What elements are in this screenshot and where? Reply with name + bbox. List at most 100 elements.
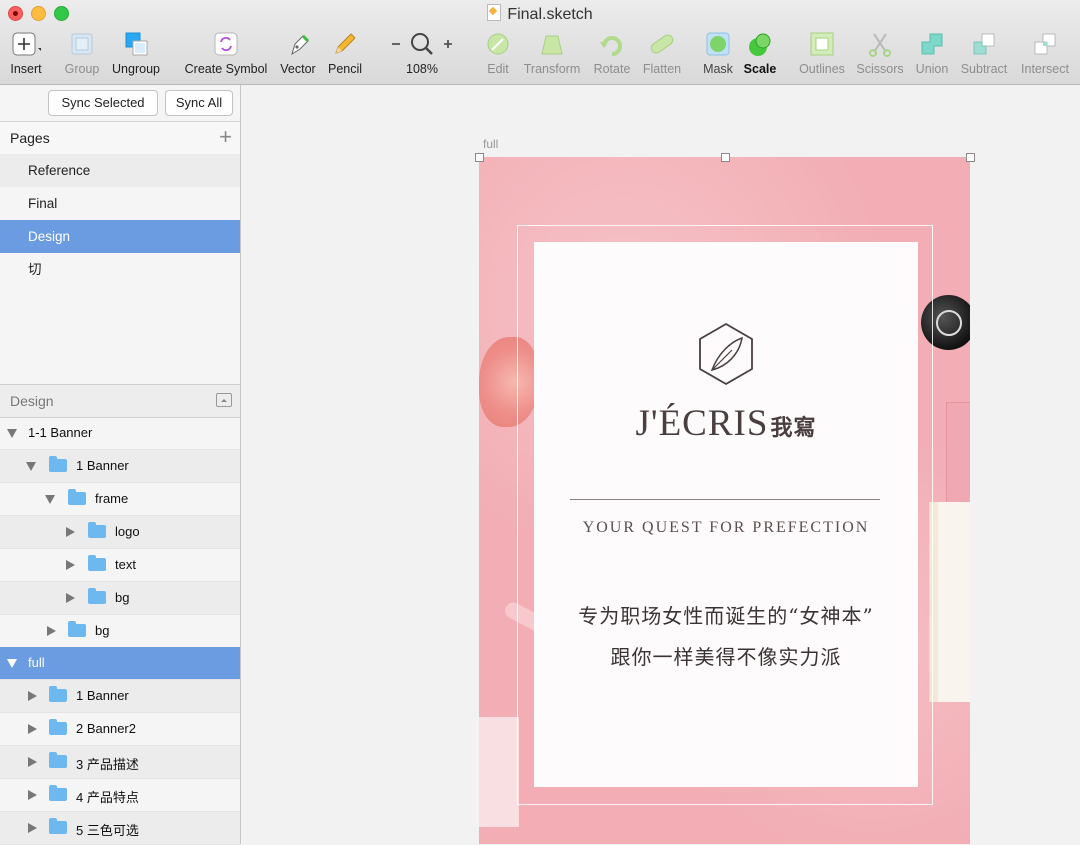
layer-row-1-banner[interactable]: 1 Banner: [0, 450, 240, 483]
union-icon: [921, 33, 943, 55]
resize-handle-top-center[interactable]: [721, 153, 730, 162]
page-item-reference[interactable]: Reference: [0, 154, 240, 187]
create-symbol-button[interactable]: Create Symbol: [185, 30, 267, 80]
folder-icon: [88, 522, 106, 538]
scissors-icon: [869, 33, 891, 57]
folder-icon: [49, 456, 67, 472]
slogan-line-2: 跟你一样美得不像实力派: [610, 645, 842, 669]
window-title: Final.sketch: [0, 4, 1080, 24]
layers-page-label: Design: [10, 393, 54, 409]
ungroup-button[interactable]: Ungroup: [112, 30, 160, 80]
page-item-cut[interactable]: 切: [0, 253, 240, 286]
plus-icon: [12, 32, 41, 56]
layer-row-full-1-banner[interactable]: 1 Banner: [0, 680, 240, 713]
scale-button[interactable]: Scale: [740, 30, 780, 80]
folder-icon: [49, 785, 67, 801]
design-canvas[interactable]: full J'ÉCRIS我寫 YOUR QUEST FOR PREFECTION…: [241, 85, 1080, 844]
layer-row-4-product-features[interactable]: 4 产品特点: [0, 779, 240, 812]
pen-icon: [291, 34, 310, 56]
sync-all-button[interactable]: Sync All: [165, 90, 233, 116]
disclosure-right-icon[interactable]: [28, 790, 37, 800]
pages-label: Pages: [10, 130, 50, 146]
tagline: YOUR QUEST FOR PREFECTION: [582, 519, 870, 536]
outlines-button[interactable]: Outlines: [798, 30, 846, 80]
sync-selected-button[interactable]: Sync Selected: [48, 90, 158, 116]
disclosure-down-icon[interactable]: [7, 429, 17, 438]
disclosure-right-icon[interactable]: [28, 823, 37, 833]
scissors-button[interactable]: Scissors: [856, 30, 904, 80]
folder-icon: [49, 719, 67, 735]
flatten-icon: [650, 34, 674, 54]
disclosure-right-icon[interactable]: [28, 724, 37, 734]
collapse-layers-icon[interactable]: [216, 393, 232, 407]
layer-row-bg-inner[interactable]: bg: [0, 582, 240, 615]
subtract-button[interactable]: Subtract: [958, 30, 1010, 80]
layer-row-2-banner2[interactable]: 2 Banner2: [0, 713, 240, 746]
subtract-icon: [973, 33, 995, 55]
insert-button[interactable]: Insert: [6, 30, 46, 80]
pages-header: Pages +: [0, 121, 240, 155]
disclosure-right-icon[interactable]: [66, 527, 75, 537]
layer-row-frame[interactable]: frame: [0, 483, 240, 516]
layers-header: Design: [0, 384, 240, 418]
folder-icon: [68, 621, 86, 637]
layer-row-bg[interactable]: bg: [0, 615, 240, 648]
window-toolbar: Final.sketch Insert Group Ungroup Create: [0, 0, 1080, 85]
artboard-full[interactable]: J'ÉCRIS我寫 YOUR QUEST FOR PREFECTION 专为职场…: [479, 157, 970, 844]
folder-icon: [88, 588, 106, 604]
disclosure-right-icon[interactable]: [66, 560, 75, 570]
edit-icon: [487, 33, 509, 55]
pencil-button[interactable]: Pencil: [325, 30, 365, 80]
folder-icon: [49, 818, 67, 834]
edit-button[interactable]: Edit: [478, 30, 518, 80]
layer-row-1-1-banner[interactable]: 1-1 Banner: [0, 417, 240, 450]
folder-icon: [49, 686, 67, 702]
disclosure-right-icon[interactable]: [66, 593, 75, 603]
rotate-icon: [600, 36, 622, 56]
rotate-button[interactable]: Rotate: [592, 30, 632, 80]
disclosure-right-icon[interactable]: [47, 626, 56, 636]
disclosure-down-icon[interactable]: [45, 495, 55, 504]
symbol-icon: [214, 32, 238, 56]
mask-icon: [706, 32, 730, 56]
divider-line: [570, 499, 880, 500]
group-icon: [71, 33, 93, 55]
slogan-line-1: 专为职场女性而诞生的“女神本”: [578, 604, 874, 628]
disclosure-right-icon[interactable]: [28, 757, 37, 767]
union-button[interactable]: Union: [912, 30, 952, 80]
sketch-document-icon: [487, 4, 502, 21]
layer-row-5-three-colors[interactable]: 5 三色可选: [0, 812, 240, 845]
folder-icon: [68, 489, 86, 505]
notebook-decoration: [929, 502, 970, 702]
folder-icon: [88, 555, 106, 571]
book-decoration: [479, 717, 519, 827]
group-button[interactable]: Group: [62, 30, 102, 80]
folder-icon: [49, 752, 67, 768]
intersect-button[interactable]: Intersect: [1020, 30, 1070, 80]
vector-button[interactable]: Vector: [278, 30, 318, 80]
intersect-icon: [1034, 33, 1056, 55]
ungroup-icon: [125, 32, 148, 56]
disclosure-down-icon[interactable]: [7, 659, 17, 668]
disclosure-down-icon[interactable]: [26, 462, 36, 471]
banner-card: J'ÉCRIS我寫 YOUR QUEST FOR PREFECTION 专为职场…: [534, 242, 918, 787]
scale-icon: [749, 33, 771, 56]
layer-row-full[interactable]: full: [0, 647, 240, 680]
page-item-final[interactable]: Final: [0, 187, 240, 220]
layer-row-text[interactable]: text: [0, 549, 240, 582]
page-item-design[interactable]: Design: [0, 220, 240, 253]
layer-row-3-product-description[interactable]: 3 产品描述: [0, 746, 240, 779]
zoom-icon: [392, 33, 452, 55]
resize-handle-top-left[interactable]: [475, 153, 484, 162]
brand-title: J'ÉCRIS我寫: [635, 403, 817, 444]
resize-handle-top-right[interactable]: [966, 153, 975, 162]
flatten-button[interactable]: Flatten: [640, 30, 684, 80]
zoom-control[interactable]: 108%: [388, 30, 456, 80]
mask-button[interactable]: Mask: [700, 30, 736, 80]
pencil-icon: [335, 33, 356, 54]
layer-row-logo[interactable]: logo: [0, 516, 240, 549]
transform-button[interactable]: Transform: [524, 30, 580, 80]
artboard-label[interactable]: full: [483, 137, 498, 151]
add-page-plus-icon[interactable]: +: [219, 124, 232, 150]
disclosure-right-icon[interactable]: [28, 691, 37, 701]
